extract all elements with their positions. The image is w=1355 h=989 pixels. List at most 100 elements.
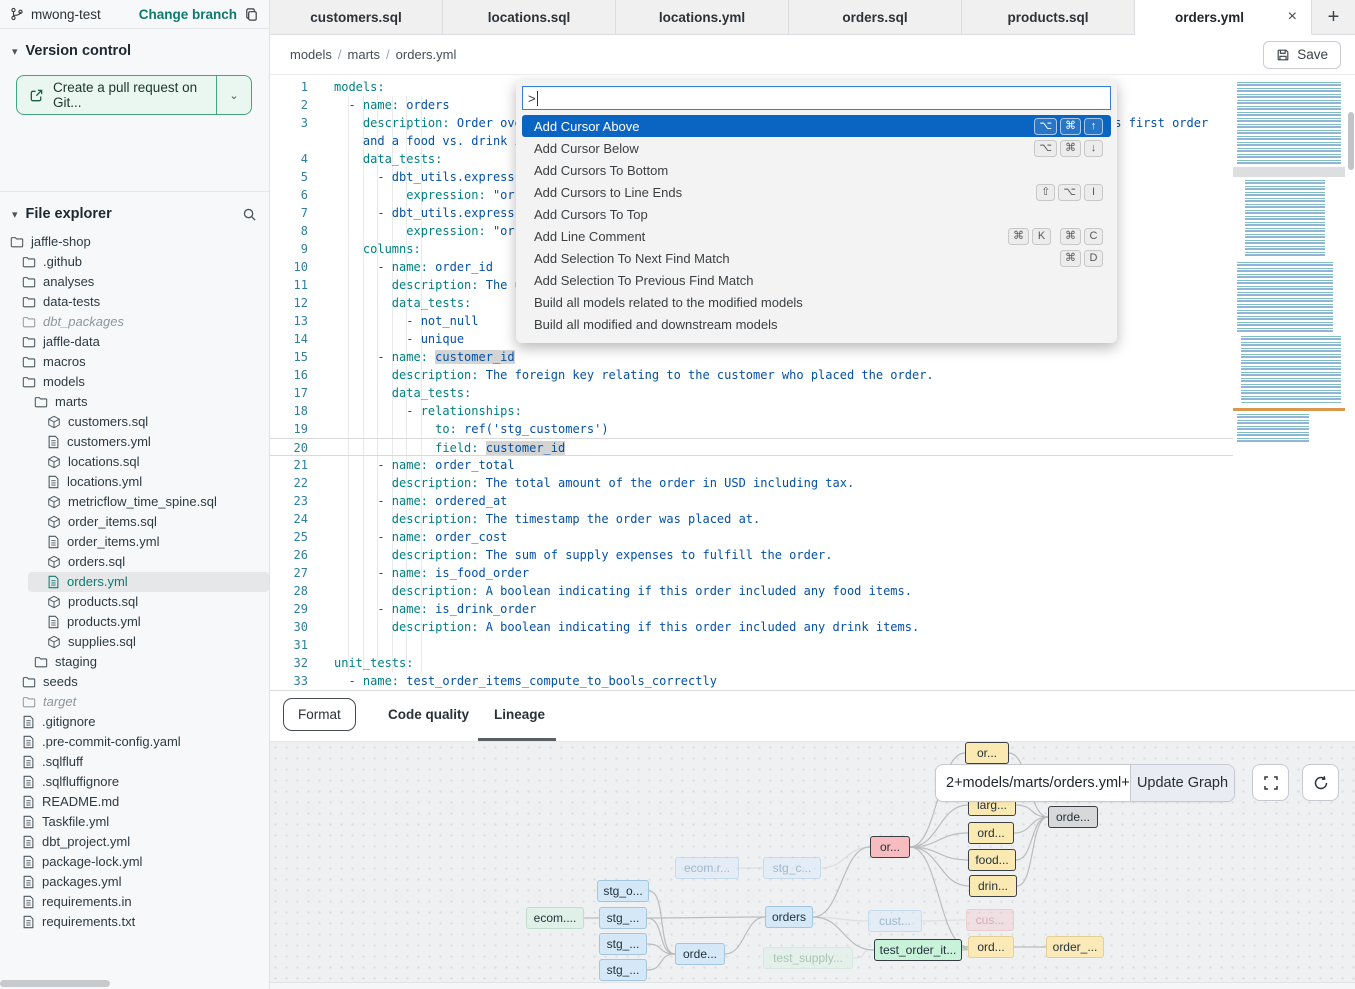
graph-node-drin[interactable]: drin... — [969, 875, 1017, 897]
sidebar-horizontal-scrollbar[interactable] — [0, 980, 270, 988]
refresh-button[interactable] — [1302, 764, 1339, 801]
palette-item[interactable]: Build all modified and downstream models — [522, 313, 1111, 335]
line-number[interactable]: 5 — [270, 168, 308, 186]
palette-item[interactable]: Add Cursors to Line Ends⇧⌥I — [522, 181, 1111, 203]
folder-item-models[interactable]: models — [0, 372, 269, 392]
tab-customers.sql[interactable]: customers.sql — [270, 0, 443, 34]
lineage-filter-input[interactable]: 2+models/marts/orders.yml+ — [936, 765, 1130, 801]
graph-node-cus[interactable]: cus... — [966, 909, 1014, 931]
breadcrumb-part[interactable]: marts — [348, 47, 381, 62]
folder-item-macros[interactable]: macros — [0, 352, 269, 372]
line-number[interactable]: 28 — [270, 582, 308, 600]
breadcrumb-part[interactable]: models — [290, 47, 332, 62]
code-line-30[interactable]: 30 description: A boolean indicating if … — [270, 618, 1233, 636]
scrollbar-thumb[interactable] — [1348, 112, 1354, 170]
graph-node-orders[interactable]: orders — [765, 906, 813, 928]
graph-node-test_supply[interactable]: test_supply... — [763, 947, 853, 969]
palette-item[interactable]: Add Selection To Next Find Match⌘D — [522, 247, 1111, 269]
line-number[interactable]: 18 — [270, 402, 308, 420]
graph-node-or[interactable]: or... — [870, 836, 910, 858]
line-number[interactable]: 7 — [270, 204, 308, 222]
code-line-21[interactable]: 21 - name: order_total — [270, 456, 1233, 474]
line-number[interactable]: 10 — [270, 258, 308, 276]
graph-node-ecom[interactable]: ecom.... — [526, 907, 584, 929]
graph-node-ecomr[interactable]: ecom.r... — [675, 857, 739, 879]
line-number[interactable]: 31 — [270, 636, 308, 654]
code-line-16[interactable]: 16 description: The foreign key relating… — [270, 366, 1233, 384]
palette-item[interactable]: Add Cursors To Bottom — [522, 159, 1111, 181]
line-number[interactable]: 14 — [270, 330, 308, 348]
editor-scrollbar[interactable] — [1348, 75, 1355, 690]
code-line-23[interactable]: 23 - name: ordered_at — [270, 492, 1233, 510]
code-line-26[interactable]: 26 description: The sum of supply expens… — [270, 546, 1233, 564]
command-palette-input[interactable]: > — [522, 86, 1111, 110]
graph-node-stg_[interactable]: stg_... — [599, 933, 647, 955]
graph-node-orde[interactable]: orde... — [675, 943, 725, 965]
version-control-header[interactable]: ▾ Version control — [0, 29, 269, 67]
line-number[interactable]: 20 — [270, 439, 308, 457]
file-item-package-lock.yml[interactable]: package-lock.yml — [0, 852, 269, 872]
line-number[interactable]: 22 — [270, 474, 308, 492]
file-item-products.yml[interactable]: products.yml — [0, 612, 269, 632]
file-item-requirements.txt[interactable]: requirements.txt — [0, 912, 269, 932]
breadcrumb-part[interactable]: orders.yml — [396, 47, 457, 62]
file-item-.gitignore[interactable]: .gitignore — [0, 712, 269, 732]
file-item-metricflow_time_spine.sql[interactable]: metricflow_time_spine.sql — [0, 492, 269, 512]
line-number[interactable]: 15 — [270, 348, 308, 366]
line-number[interactable]: 26 — [270, 546, 308, 564]
graph-node-test_order_it[interactable]: test_order_it... — [874, 939, 962, 961]
tab-lineage[interactable]: Lineage — [494, 691, 545, 738]
breadcrumb[interactable]: models/marts/orders.yml — [290, 47, 456, 62]
graph-node-order_[interactable]: order_... — [1046, 936, 1104, 958]
tab-orders.yml[interactable]: orders.yml× — [1135, 0, 1312, 35]
format-button[interactable]: Format — [283, 698, 356, 731]
tab-products.sql[interactable]: products.sql — [962, 0, 1135, 34]
code-line-17[interactable]: 17 data_tests: — [270, 384, 1233, 402]
line-number[interactable]: 21 — [270, 456, 308, 474]
code-editor[interactable]: 1models:2 - name: orders3 description: O… — [270, 75, 1355, 690]
file-item-.sqlfluffignore[interactable]: .sqlfluffignore — [0, 772, 269, 792]
folder-item-staging[interactable]: staging — [0, 652, 269, 672]
palette-item[interactable]: Add Line Comment⌘K⌘C — [522, 225, 1111, 247]
line-number[interactable]: 33 — [270, 672, 308, 690]
line-number[interactable]: 17 — [270, 384, 308, 402]
tab-orders.sql[interactable]: orders.sql — [789, 0, 962, 34]
file-item-.sqlfluff[interactable]: .sqlfluff — [0, 752, 269, 772]
file-item-README.md[interactable]: README.md — [0, 792, 269, 812]
lineage-graph[interactable]: 2+models/marts/orders.yml+ Update Graph — [270, 741, 1355, 989]
file-item-dbt_project.yml[interactable]: dbt_project.yml — [0, 832, 269, 852]
line-number[interactable]: 30 — [270, 618, 308, 636]
file-item-order_items.yml[interactable]: order_items.yml — [0, 532, 269, 552]
line-number[interactable]: 12 — [270, 294, 308, 312]
line-number[interactable]: 13 — [270, 312, 308, 330]
code-line-22[interactable]: 22 description: The total amount of the … — [270, 474, 1233, 492]
folder-item-dbt_packages[interactable]: dbt_packages — [0, 312, 269, 332]
file-item-packages.yml[interactable]: packages.yml — [0, 872, 269, 892]
line-number[interactable]: 3 — [270, 114, 308, 132]
copy-icon[interactable] — [244, 7, 259, 22]
graph-node-stg_[interactable]: stg_... — [599, 907, 647, 929]
graph-node-orde[interactable]: orde... — [1048, 806, 1098, 828]
change-branch-link[interactable]: Change branch — [139, 7, 237, 22]
line-number[interactable]: 2 — [270, 96, 308, 114]
file-item-Taskfile.yml[interactable]: Taskfile.yml — [0, 812, 269, 832]
palette-item[interactable]: Add Cursors To Top — [522, 203, 1111, 225]
line-number[interactable]: 29 — [270, 600, 308, 618]
minimap[interactable] — [1233, 80, 1348, 530]
file-item-orders.yml[interactable]: orders.yml — [28, 572, 269, 592]
folder-item-data-tests[interactable]: data-tests — [0, 292, 269, 312]
create-pr-dropdown[interactable]: ⌄ — [216, 76, 251, 114]
file-item-customers.sql[interactable]: customers.sql — [0, 412, 269, 432]
file-item-products.sql[interactable]: products.sql — [0, 592, 269, 612]
search-icon[interactable] — [242, 207, 257, 222]
folder-item-target[interactable]: target — [0, 692, 269, 712]
file-item-.pre-commit-config.yaml[interactable]: .pre-commit-config.yaml — [0, 732, 269, 752]
graph-node-food[interactable]: food... — [968, 849, 1016, 871]
folder-item-analyses[interactable]: analyses — [0, 272, 269, 292]
line-number[interactable]: 25 — [270, 528, 308, 546]
tab-locations.yml[interactable]: locations.yml — [616, 0, 789, 34]
file-item-customers.yml[interactable]: customers.yml — [0, 432, 269, 452]
code-line-32[interactable]: 32unit_tests: — [270, 654, 1233, 672]
tab-code-quality[interactable]: Code quality — [388, 691, 469, 738]
line-number[interactable]: 4 — [270, 150, 308, 168]
